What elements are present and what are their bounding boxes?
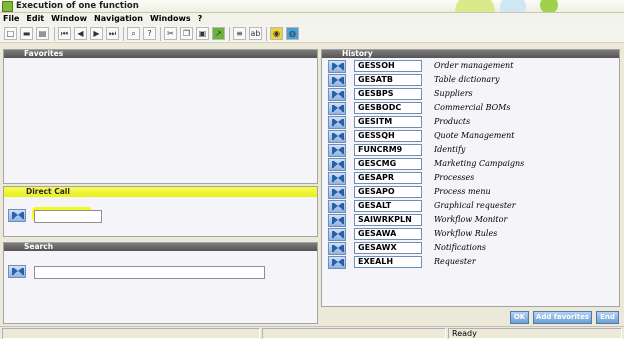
history-code[interactable]: GESAWX: [354, 242, 422, 254]
menu-windows[interactable]: Windows: [150, 13, 191, 25]
history-go-button[interactable]: [328, 214, 346, 227]
history-go-button[interactable]: [328, 74, 346, 87]
new-icon[interactable]: □: [4, 27, 17, 40]
menu-bar: File Edit Window Navigation Windows ?: [0, 13, 624, 25]
history-go-button[interactable]: [328, 102, 346, 115]
direct-call-header: Direct Call: [4, 187, 317, 197]
last-icon[interactable]: ⏭: [106, 27, 119, 40]
favorites-panel: Favorites: [3, 49, 318, 184]
menu-window[interactable]: Window: [51, 13, 87, 25]
attach-icon[interactable]: ⌕: [127, 27, 140, 40]
search-panel: Search: [3, 242, 318, 324]
history-go-button[interactable]: [328, 200, 346, 213]
history-description: Notifications: [434, 243, 487, 252]
history-description: Identify: [434, 145, 466, 154]
copy-icon[interactable]: ✂: [164, 27, 177, 40]
history-code[interactable]: GESSQH: [354, 130, 422, 142]
text-icon[interactable]: ab: [249, 27, 262, 40]
history-go-button[interactable]: [328, 116, 346, 129]
history-go-button[interactable]: [328, 172, 346, 185]
history-code[interactable]: FUNCRM9: [354, 144, 422, 156]
history-go-button[interactable]: [328, 144, 346, 157]
add-favorites-button[interactable]: Add favorites: [533, 311, 592, 324]
menu-file[interactable]: File: [3, 13, 19, 25]
end-button[interactable]: End: [596, 311, 619, 324]
history-description: Graphical requester: [434, 201, 516, 210]
history-description: Quote Management: [434, 131, 515, 140]
duplicate-icon[interactable]: ❐: [180, 27, 193, 40]
search-go-button[interactable]: [8, 265, 26, 278]
history-description: Commercial BOMs: [434, 103, 511, 112]
history-go-button[interactable]: [328, 130, 346, 143]
history-go-button[interactable]: [328, 158, 346, 171]
paste-icon[interactable]: ▣: [196, 27, 209, 40]
history-description: Suppliers: [434, 89, 473, 98]
title-decoration: [455, 0, 495, 12]
history-code[interactable]: GESBODC: [354, 102, 422, 114]
history-go-button[interactable]: [328, 256, 346, 269]
history-panel: History GESSOH Order management GESATB Tabl…: [321, 49, 620, 307]
history-go-button[interactable]: [328, 228, 346, 241]
history-code[interactable]: EXEALH: [354, 256, 422, 268]
history-description: Workflow Monitor: [434, 215, 508, 224]
history-description: Marketing Campaigns: [434, 159, 525, 168]
first-icon[interactable]: ⏮: [58, 27, 71, 40]
history-go-button[interactable]: [328, 60, 346, 73]
history-description: Workflow Rules: [434, 229, 498, 238]
menu-edit[interactable]: Edit: [26, 13, 44, 25]
settings-icon[interactable]: ◉: [270, 27, 283, 40]
direct-call-panel: Direct Call: [3, 186, 318, 237]
ok-button[interactable]: OK: [510, 311, 529, 324]
search-input[interactable]: [34, 266, 265, 279]
status-text: Ready: [448, 328, 622, 339]
history-description: Order management: [434, 61, 514, 70]
history-description: Products: [434, 117, 471, 126]
history-code[interactable]: GESAPO: [354, 186, 422, 198]
title-decoration: [540, 0, 558, 12]
next-icon[interactable]: ▶: [90, 27, 103, 40]
history-code[interactable]: GESALT: [354, 200, 422, 212]
status-cell: [262, 328, 446, 339]
search-header: Search: [4, 243, 317, 251]
history-go-button[interactable]: [328, 242, 346, 255]
title-bar: Execution of one function: [0, 0, 624, 13]
menu-navigation[interactable]: Navigation: [94, 13, 143, 25]
direct-call-go-button[interactable]: [8, 209, 26, 222]
window-title: Execution of one function: [16, 1, 139, 11]
direct-call-input[interactable]: [34, 210, 102, 223]
history-header: History: [322, 50, 619, 58]
history-code[interactable]: GESITM: [354, 116, 422, 128]
save-icon[interactable]: ▤: [36, 27, 49, 40]
history-code[interactable]: GESATB: [354, 74, 422, 86]
history-code[interactable]: GESBPS: [354, 88, 422, 100]
globe-icon[interactable]: ◍: [286, 27, 299, 40]
title-decoration: [500, 0, 526, 12]
history-code[interactable]: GESAWA: [354, 228, 422, 240]
history-go-button[interactable]: [328, 186, 346, 199]
status-bar: Ready: [0, 326, 624, 339]
help-icon[interactable]: ?: [143, 27, 156, 40]
history-code[interactable]: GESCMG: [354, 158, 422, 170]
history-go-button[interactable]: [328, 88, 346, 101]
export-icon[interactable]: ↗: [212, 27, 225, 40]
previous-icon[interactable]: ◀: [74, 27, 87, 40]
history-description: Requester: [434, 257, 476, 266]
print-icon[interactable]: ▬: [20, 27, 33, 40]
app-icon: [2, 1, 13, 12]
favorites-header: Favorites: [4, 50, 317, 58]
menu-help[interactable]: ?: [198, 13, 203, 25]
history-description: Processes: [434, 173, 475, 182]
status-cell: [2, 328, 260, 339]
history-code[interactable]: GESSOH: [354, 60, 422, 72]
history-code[interactable]: GESAPR: [354, 172, 422, 184]
history-description: Process menu: [434, 187, 491, 196]
list-icon[interactable]: ≡: [233, 27, 246, 40]
history-code[interactable]: SAIWRKPLN: [354, 214, 422, 226]
history-description: Table dictionary: [434, 75, 500, 84]
toolbar: □ ▬ ▤ ⏮ ◀ ▶ ⏭ ⌕ ? ✂ ❐ ▣ ↗ ≡ ab ◉ ◍: [0, 25, 624, 43]
